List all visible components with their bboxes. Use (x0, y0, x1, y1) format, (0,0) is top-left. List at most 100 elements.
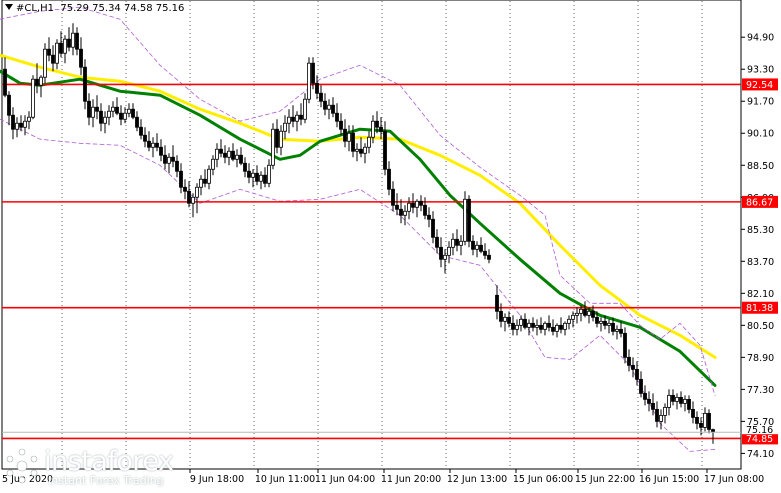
candle-body (55, 42, 59, 64)
candle-body (199, 178, 203, 188)
candle-body (687, 398, 691, 410)
candle-body (511, 322, 515, 330)
price-chart[interactable]: 94.9093.3091.7090.1088.5086.9085.3083.70… (0, 0, 781, 489)
candle-body (375, 120, 379, 128)
plot-frame (1, 0, 742, 470)
candle-body (279, 130, 283, 148)
candle-body (119, 112, 123, 120)
candle-body (203, 178, 207, 184)
candle-body (671, 394, 675, 402)
candle-body (7, 94, 11, 116)
candle-body (583, 308, 587, 316)
candle-body (563, 322, 567, 330)
candle-body (679, 396, 683, 404)
candle-body (547, 322, 551, 328)
candle-body (111, 106, 115, 112)
candle-body (131, 108, 135, 118)
candle-body (363, 146, 367, 154)
candle-body (355, 148, 359, 152)
candle-body (391, 188, 395, 206)
candle-body (299, 114, 303, 120)
candle-body (219, 148, 223, 154)
candle-body (395, 204, 399, 210)
dropdown-triangle-icon[interactable] (5, 4, 13, 10)
candle-body (495, 294, 499, 312)
candle-body (399, 208, 403, 216)
candle-body (103, 116, 107, 124)
brand-tagline: Instant Forex Trading (48, 474, 164, 487)
candle-body (303, 98, 307, 120)
candle-body (11, 114, 15, 130)
candle-body (567, 318, 571, 324)
candle-body (535, 324, 539, 328)
candle-body (99, 110, 103, 124)
y-tick-label: 77.30 (747, 385, 774, 396)
y-tick-label: 74.10 (747, 449, 774, 460)
candle-body (351, 132, 355, 152)
candle-body (575, 312, 579, 316)
candle (31, 75, 35, 120)
candle-body (695, 416, 699, 424)
candle-body (19, 122, 23, 128)
candle-body (267, 164, 271, 184)
candle-body (587, 310, 591, 316)
level-tag-label: 86.67 (746, 197, 773, 208)
candle-body (479, 244, 483, 252)
candle-body (631, 364, 635, 370)
x-tick-label: 9 Jun 18:00 (190, 474, 244, 485)
candle-body (331, 104, 335, 114)
candle-body (543, 322, 547, 330)
candle-body (667, 394, 671, 408)
candle-body (655, 408, 659, 422)
candle-body (615, 328, 619, 332)
y-tick-label: 88.50 (747, 161, 774, 172)
candle-body (187, 190, 191, 204)
candle-body (167, 156, 171, 164)
candle-body (295, 114, 299, 122)
candle-body (387, 168, 391, 190)
candle (43, 43, 47, 84)
candle-body (483, 250, 487, 256)
x-tick-label: 15 Jun 06:00 (513, 474, 573, 485)
candle-body (371, 120, 375, 138)
candle-body (327, 104, 331, 110)
candle-body (39, 76, 43, 86)
chart-canvas[interactable]: 94.9093.3091.7090.1088.5086.9085.3083.70… (0, 0, 781, 489)
x-tick-label: 17 Jun 08:00 (704, 474, 764, 485)
candle-body (619, 328, 623, 334)
y-tick-label: 85.30 (747, 225, 774, 236)
y-tick-label: 91.70 (747, 97, 774, 108)
candle-body (175, 160, 179, 172)
candle-body (611, 322, 615, 332)
candle-body (595, 316, 599, 324)
candle-body (379, 126, 383, 132)
level-tag-label: 92.54 (746, 80, 773, 91)
candle-body (603, 320, 607, 326)
candle (307, 57, 311, 104)
candle-body (699, 422, 703, 428)
candle-body (183, 186, 187, 192)
candle-body (63, 38, 67, 54)
candle-body (435, 236, 439, 248)
candle-body (439, 246, 443, 260)
candle-body (27, 116, 31, 122)
candle-body (251, 172, 255, 178)
candle-body (643, 392, 647, 400)
candle-body (143, 134, 147, 142)
candle-body (475, 244, 479, 250)
candle-body (707, 412, 711, 430)
candle-body (419, 200, 423, 206)
candle-body (463, 198, 467, 242)
candle-body (527, 322, 531, 328)
candle-body (159, 146, 163, 156)
candle-body (231, 150, 235, 160)
candle-body (471, 240, 475, 250)
candle-body (455, 238, 459, 246)
y-tick-label: 93.30 (747, 65, 774, 76)
candle-body (507, 316, 511, 324)
candle-body (427, 214, 431, 220)
candle-body (291, 116, 295, 122)
candle-body (259, 174, 263, 182)
candle-body (559, 324, 563, 330)
candle-body (411, 202, 415, 208)
